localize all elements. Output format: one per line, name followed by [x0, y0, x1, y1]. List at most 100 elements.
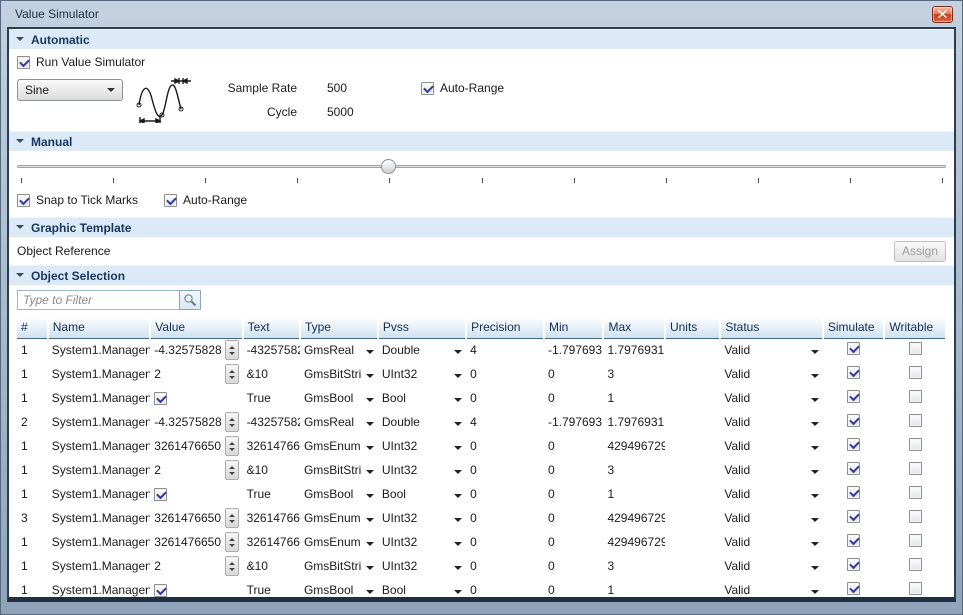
row-pvss-dropdown[interactable]: UInt32: [378, 434, 466, 458]
chevron-down-icon[interactable]: [366, 518, 374, 526]
chevron-down-icon[interactable]: [454, 350, 462, 358]
row-status-dropdown[interactable]: Valid: [720, 410, 823, 434]
row-type-dropdown[interactable]: GmsEnum: [300, 506, 378, 530]
table-row[interactable]: 1 System1.Managen 2 &10 GmsBitStri UInt3…: [17, 554, 946, 578]
row-pvss-dropdown[interactable]: Bool: [378, 386, 466, 410]
chevron-down-icon[interactable]: [811, 494, 819, 502]
value-text[interactable]: 2: [154, 367, 161, 381]
value-text[interactable]: 2: [154, 559, 161, 573]
row-type-dropdown[interactable]: GmsBool: [300, 386, 378, 410]
filter-input[interactable]: [17, 290, 179, 310]
value-spinbox[interactable]: [225, 436, 239, 456]
spin-up-icon[interactable]: [229, 415, 235, 421]
writable-checkbox[interactable]: [909, 558, 922, 571]
writable-checkbox[interactable]: [909, 414, 922, 427]
row-pvss-dropdown[interactable]: Bool: [378, 482, 466, 506]
section-graphic-template-header[interactable]: Graphic Template: [9, 217, 954, 237]
table-row[interactable]: 1 System1.Managen 2 &10 GmsBitStri UInt3…: [17, 458, 946, 482]
col-header-status[interactable]: Status: [720, 317, 823, 338]
simulate-checkbox[interactable]: [847, 486, 860, 499]
writable-checkbox[interactable]: [909, 534, 922, 547]
chevron-down-icon[interactable]: [366, 542, 374, 550]
row-pvss-dropdown[interactable]: UInt32: [378, 458, 466, 482]
row-pvss-dropdown[interactable]: Double: [378, 338, 466, 362]
spin-up-icon[interactable]: [229, 343, 235, 349]
simulate-checkbox[interactable]: [847, 390, 860, 403]
row-type-dropdown[interactable]: GmsBitStri: [300, 362, 378, 386]
col-header-value[interactable]: Value: [150, 317, 242, 338]
simulate-checkbox[interactable]: [847, 366, 860, 379]
automatic-auto-range-checkbox[interactable]: [421, 82, 434, 95]
value-spinbox[interactable]: [225, 508, 239, 528]
chevron-down-icon[interactable]: [811, 542, 819, 550]
table-row[interactable]: 2 System1.Managen -4.32575828 -43257582 …: [17, 410, 946, 434]
value-text[interactable]: -4.32575828: [154, 343, 221, 357]
row-status-dropdown[interactable]: Valid: [720, 506, 823, 530]
row-type-dropdown[interactable]: GmsBool: [300, 578, 378, 602]
row-type-dropdown[interactable]: GmsEnum: [300, 434, 378, 458]
row-pvss-dropdown[interactable]: UInt32: [378, 530, 466, 554]
value-text[interactable]: 3261476650: [154, 535, 221, 549]
writable-checkbox[interactable]: [909, 486, 922, 499]
chevron-down-icon[interactable]: [454, 398, 462, 406]
chevron-down-icon[interactable]: [454, 422, 462, 430]
waveform-select[interactable]: Sine: [17, 79, 123, 101]
col-header-pvss[interactable]: Pvss: [378, 317, 466, 338]
value-spinbox[interactable]: [225, 364, 239, 384]
value-text[interactable]: 3261476650: [154, 439, 221, 453]
row-pvss-dropdown[interactable]: UInt32: [378, 506, 466, 530]
table-row[interactable]: 3 System1.Managen 3261476650 326147665 G…: [17, 506, 946, 530]
value-spinbox[interactable]: [225, 532, 239, 552]
col-header-num[interactable]: #: [17, 317, 48, 338]
value-spinbox[interactable]: [225, 340, 239, 360]
run-value-simulator-checkbox[interactable]: [17, 56, 30, 69]
table-row[interactable]: 1 System1.Managen -4.32575828 -43257582 …: [17, 338, 946, 362]
manual-value-slider[interactable]: [17, 159, 946, 175]
table-row[interactable]: 1 System1.Managen 3261476650 326147665 G…: [17, 434, 946, 458]
chevron-down-icon[interactable]: [811, 374, 819, 382]
row-type-dropdown[interactable]: GmsReal: [300, 338, 378, 362]
simulate-checkbox[interactable]: [847, 342, 860, 355]
spin-up-icon[interactable]: [229, 535, 235, 541]
chevron-down-icon[interactable]: [366, 350, 374, 358]
spin-down-icon[interactable]: [229, 568, 235, 574]
chevron-down-icon[interactable]: [366, 494, 374, 502]
row-type-dropdown[interactable]: GmsEnum: [300, 530, 378, 554]
col-header-precision[interactable]: Precision: [466, 317, 544, 338]
row-type-dropdown[interactable]: GmsBitStri: [300, 554, 378, 578]
chevron-down-icon[interactable]: [811, 350, 819, 358]
close-button[interactable]: [932, 6, 953, 23]
spin-up-icon[interactable]: [229, 367, 235, 373]
chevron-down-icon[interactable]: [366, 446, 374, 454]
writable-checkbox[interactable]: [909, 390, 922, 403]
chevron-down-icon[interactable]: [811, 518, 819, 526]
simulate-checkbox[interactable]: [847, 462, 860, 475]
row-status-dropdown[interactable]: Valid: [720, 362, 823, 386]
col-header-units[interactable]: Units: [665, 317, 720, 338]
col-header-type[interactable]: Type: [300, 317, 378, 338]
writable-checkbox[interactable]: [909, 342, 922, 355]
row-pvss-dropdown[interactable]: Bool: [378, 578, 466, 602]
col-header-writable[interactable]: Writable: [884, 317, 946, 338]
row-status-dropdown[interactable]: Valid: [720, 434, 823, 458]
row-status-dropdown[interactable]: Valid: [720, 386, 823, 410]
row-pvss-dropdown[interactable]: UInt32: [378, 362, 466, 386]
row-type-dropdown[interactable]: GmsBool: [300, 482, 378, 506]
chevron-down-icon[interactable]: [454, 542, 462, 550]
row-status-dropdown[interactable]: Valid: [720, 458, 823, 482]
spin-up-icon[interactable]: [229, 463, 235, 469]
section-object-selection-header[interactable]: Object Selection: [9, 265, 954, 285]
value-text[interactable]: 2: [154, 463, 161, 477]
col-header-text[interactable]: Text: [243, 317, 300, 338]
spin-up-icon[interactable]: [229, 559, 235, 565]
row-pvss-dropdown[interactable]: UInt32: [378, 554, 466, 578]
row-status-dropdown[interactable]: Valid: [720, 554, 823, 578]
section-automatic-header[interactable]: Automatic: [9, 29, 954, 49]
simulate-checkbox[interactable]: [847, 582, 860, 595]
table-row[interactable]: 1 System1.Managen True GmsBool Bool 0 0 …: [17, 386, 946, 410]
writable-checkbox[interactable]: [909, 462, 922, 475]
chevron-down-icon[interactable]: [366, 374, 374, 382]
row-status-dropdown[interactable]: Valid: [720, 578, 823, 602]
search-button[interactable]: [179, 290, 201, 310]
simulate-checkbox[interactable]: [847, 438, 860, 451]
